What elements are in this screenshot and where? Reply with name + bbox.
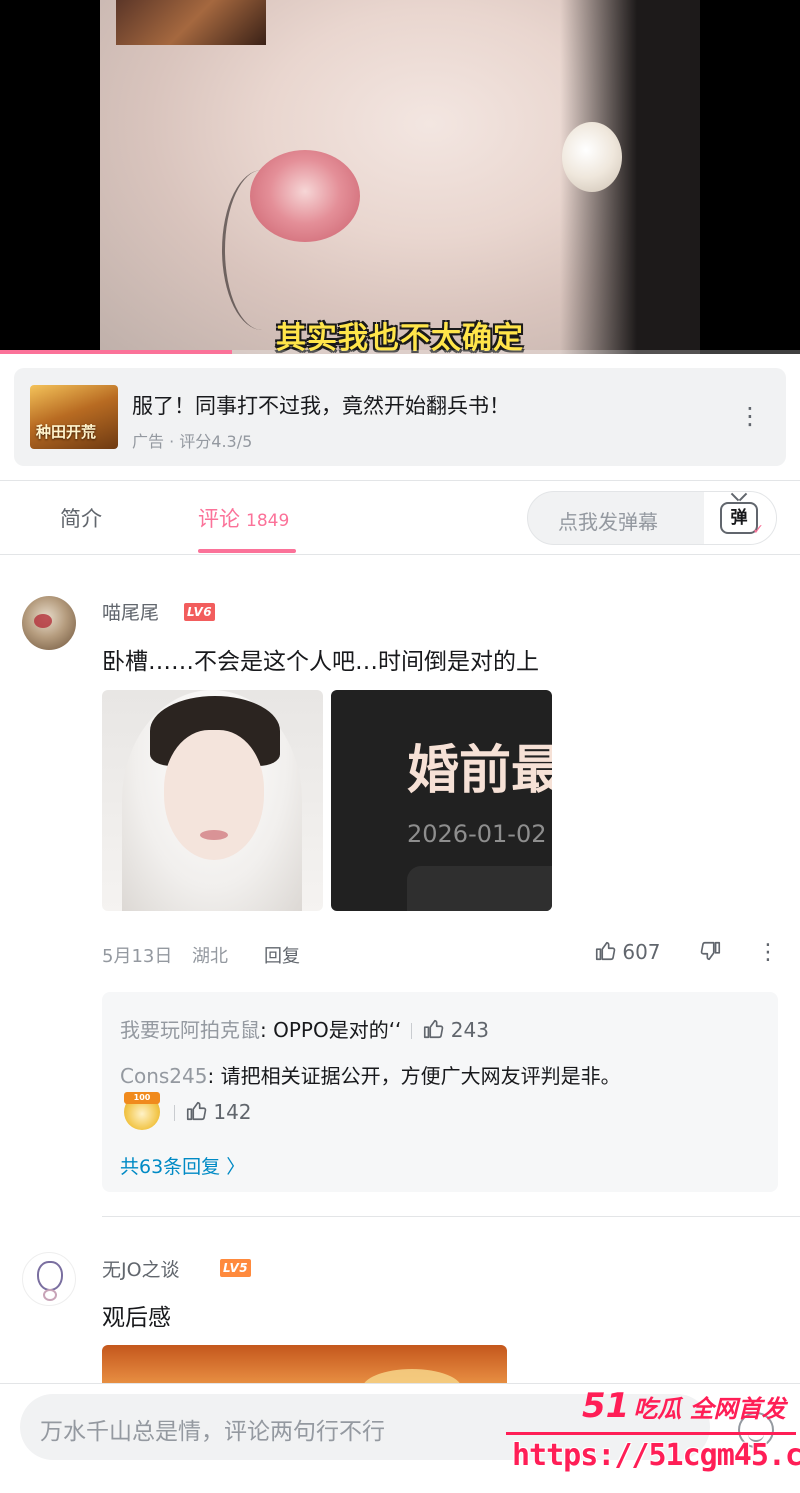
- comment-image-date: 2026-01-02: [407, 820, 547, 848]
- video-frame: [100, 0, 700, 354]
- divider: [102, 1216, 800, 1217]
- comment-text: 卧槽……不会是这个人吧…时间倒是对的上: [102, 649, 539, 675]
- video-progress-fill: [0, 350, 232, 354]
- danmaku-toggle-button[interactable]: 弹 ✓: [704, 492, 776, 544]
- video-inset-image: [116, 0, 266, 45]
- thumbs-down-icon: [700, 941, 721, 961]
- more-icon[interactable]: ⋮: [757, 942, 779, 964]
- danmaku-input[interactable]: 点我发弹幕 弹 ✓: [527, 491, 777, 545]
- reply-item[interactable]: Cons245: 请把相关证据公开，方便广大网友评判是非。: [120, 1060, 621, 1089]
- level-badge: LV5: [220, 1259, 252, 1277]
- ad-meta: 广告 · 评分4.3/5: [132, 432, 253, 451]
- reply-preview-box[interactable]: 我要玩阿拍克鼠: OPPO是对的‘‘ 243 Cons245: 请把相关证据公开…: [102, 992, 778, 1192]
- reply-username[interactable]: 我要玩阿拍克鼠: [120, 1018, 260, 1042]
- tab-bar: 简介 评论 1849 点我发弹幕 弹 ✓: [0, 481, 800, 555]
- ad-title: 服了！同事打不过我，竟然开始翻兵书！: [132, 394, 510, 418]
- watermark-url: https://51cgm45.com: [512, 1438, 800, 1473]
- sticker-label: 100: [124, 1092, 160, 1104]
- ad-thumbnail: 种田开荒: [30, 385, 118, 449]
- avatar[interactable]: [22, 1252, 76, 1306]
- danmaku-placeholder: 点我发弹幕: [558, 510, 658, 534]
- ad-banner[interactable]: 种田开荒 服了！同事打不过我，竟然开始翻兵书！ 广告 · 评分4.3/5 ⋮: [14, 368, 786, 466]
- comment-image-headline: 婚前最: [407, 741, 552, 801]
- video-player[interactable]: 其实我也不太确定: [0, 0, 800, 354]
- avatar[interactable]: [22, 596, 76, 650]
- sticker-emoji: 100: [124, 1092, 160, 1130]
- video-subtitle: 其实我也不太确定: [276, 321, 524, 354]
- reply-username[interactable]: Cons245: [120, 1064, 207, 1088]
- reply-text: : 请把相关证据公开，方便广大网友评判是非。: [207, 1064, 621, 1088]
- dislike-button[interactable]: [700, 940, 722, 964]
- ad-more-icon[interactable]: ⋮: [738, 404, 762, 428]
- divider: [0, 554, 800, 555]
- comment-location: 湖北: [192, 946, 228, 967]
- like-count: 607: [622, 940, 661, 964]
- reply-like-count: 142: [213, 1100, 252, 1124]
- like-button[interactable]: 607: [594, 940, 661, 964]
- comment-username[interactable]: 无JO之谈: [102, 1255, 180, 1282]
- reply-like-row: 142: [174, 1100, 252, 1124]
- video-progress-bar[interactable]: [0, 350, 800, 354]
- comment-username[interactable]: 喵尾尾: [102, 598, 159, 625]
- thumbs-up-icon[interactable]: [185, 1100, 207, 1122]
- tab-active-indicator: [198, 549, 296, 553]
- watermark: 51吃瓜 全网首发 https://51cgm45.com: [500, 1382, 800, 1493]
- tab-comments-count: 1849: [246, 511, 290, 531]
- tab-intro[interactable]: 简介: [60, 503, 102, 533]
- reply-text: : OPPO是对的‘‘: [260, 1018, 402, 1042]
- watermark-brand: 51 吃瓜 全网首发: [582, 1386, 786, 1426]
- comment-date: 5月13日: [102, 946, 173, 967]
- comment-text: 观后感: [102, 1305, 171, 1331]
- view-all-replies-link[interactable]: 共63条回复 〉: [120, 1152, 245, 1179]
- thumbs-up-icon: [595, 941, 616, 961]
- check-icon: ✓: [752, 522, 764, 538]
- thumbs-up-icon: [424, 1019, 444, 1039]
- reply-item[interactable]: 我要玩阿拍克鼠: OPPO是对的‘‘ 243: [120, 1014, 489, 1043]
- level-badge: LV6: [184, 603, 216, 621]
- ad-thumbnail-logo: 种田开荒: [36, 423, 97, 441]
- tab-comments[interactable]: 评论 1849: [198, 503, 289, 533]
- comment-image[interactable]: 婚前最 2026-01-02: [331, 690, 552, 911]
- reply-button[interactable]: 回复: [264, 942, 300, 968]
- comment-input-placeholder: 万水千山总是情，评论两句行不行: [40, 1419, 385, 1445]
- comment-image[interactable]: [102, 690, 323, 911]
- tab-comments-label: 评论: [198, 507, 240, 531]
- reply-like-count: 243: [450, 1018, 489, 1042]
